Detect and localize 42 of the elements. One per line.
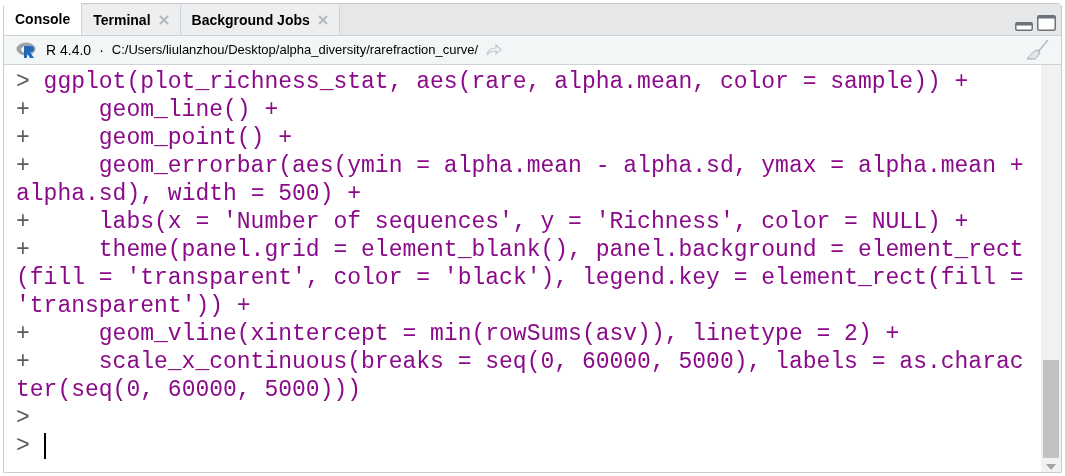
scrollbar-thumb[interactable] [1043, 360, 1059, 458]
code-line: theme(panel.grid = element_blank(), panel.background = element_rect [98, 236, 1024, 264]
prompt: > [16, 404, 30, 432]
prompt: + [16, 152, 30, 180]
prompt: + [16, 320, 30, 348]
code-line: geom_line() + [98, 96, 279, 124]
scrollbar[interactable] [1041, 65, 1061, 472]
prompt: + [16, 96, 30, 124]
code-line: ter(seq(0, 60000, 5000))) [16, 376, 362, 404]
path-separator: · [99, 40, 104, 60]
code-line: scale_x_continuous(breaks = seq(0, 60000, 5000), labels = as.charac [98, 348, 1024, 376]
text-cursor [43, 433, 46, 459]
prompt: > [16, 432, 30, 460]
prompt: + [16, 208, 30, 236]
prompt: > [16, 68, 30, 96]
tab[interactable]: Terminal [82, 5, 181, 35]
tab-label: Terminal [93, 10, 151, 30]
prompt: + [16, 124, 30, 152]
code-line: labs(x = 'Number of sequences', y = 'Richness', color = NULL) + [98, 208, 969, 236]
broom-icon[interactable] [1025, 39, 1049, 61]
code-line: ggplot(plot_richness_stat, aes(rare, alpha.mean, color = sample)) + [43, 68, 969, 96]
code-line: geom_errorbar(aes(ymin = alpha.mean - alpha.sd, ymax = alpha.mean + [98, 152, 1024, 180]
tab-label: Console [15, 9, 71, 29]
tab-label: Background Jobs [191, 10, 310, 30]
code-line: geom_point() + [98, 124, 293, 152]
scroll-down-icon[interactable] [1046, 464, 1056, 470]
r-logo-icon [16, 42, 38, 58]
prompt: + [16, 236, 30, 264]
close-icon[interactable] [317, 15, 328, 25]
code-line: geom_vline(xintercept = min(rowSums(asv)), linetype = 2) + [98, 320, 900, 348]
code-line: (fill = 'transparent', color = 'black'), legend.key = element_rect(fill = [16, 264, 1024, 292]
arrow-icon[interactable] [486, 44, 503, 56]
minimize-pane-icon[interactable] [1015, 22, 1033, 31]
close-icon[interactable] [158, 15, 169, 25]
maximize-pane-icon[interactable] [1037, 15, 1056, 31]
code-line: 'transparent')) + [16, 292, 251, 320]
prompt: + [16, 348, 30, 376]
tab[interactable]: Background Jobs [180, 5, 340, 35]
code-line: alpha.sd), width = 500) + [16, 180, 362, 208]
tab[interactable]: Console [4, 3, 83, 35]
working-directory-link[interactable]: C:/Users/liulanzhou/Desktop/alpha_diversity/rarefraction_curve/ [111, 40, 479, 60]
r-version: R 4.4.0 [46, 40, 92, 60]
